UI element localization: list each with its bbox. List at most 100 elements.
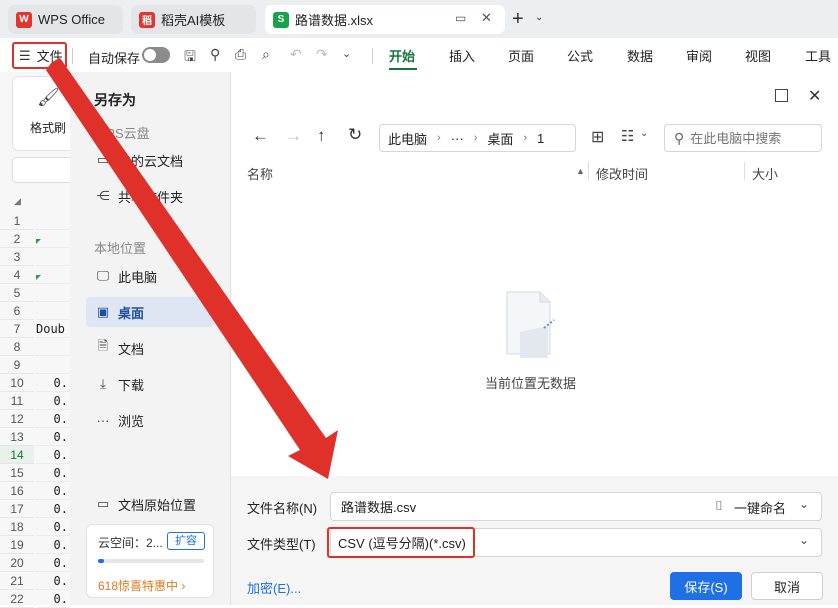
back-arrow-icon[interactable]: ← [252,126,269,146]
view-mode-icon[interactable]: ☷ [621,127,634,145]
export-icon[interactable]: ⚲ [210,46,220,63]
cell-a16[interactable]: 0. [36,482,70,500]
nav-documents[interactable]: 🗎 文档 [86,333,214,363]
autosave-toggle[interactable] [142,47,170,63]
cell-a18[interactable]: 0. [36,518,70,536]
row-header-22[interactable]: 22 [0,590,34,608]
row-header-8[interactable]: 8 [0,338,34,356]
cell-a3[interactable] [36,248,70,266]
row-header-15[interactable]: 15 [0,464,34,482]
tab-view[interactable]: 视图 [745,38,771,72]
row-header-12[interactable]: 12 [0,410,34,428]
expand-button[interactable]: 扩容 [167,532,205,550]
refresh-icon[interactable]: ↻ [348,125,362,145]
up-arrow-icon[interactable]: ↑ [317,126,326,146]
tab-insert[interactable]: 插入 [449,38,475,72]
chevron-down-icon[interactable]: ⌄ [640,128,648,139]
new-tab-icon[interactable]: + [512,8,524,31]
row-header-13[interactable]: 13 [0,428,34,446]
filename-field[interactable]: 路谱数据.csv ⌷ 一键命名 ⌄ [330,492,822,521]
nav-this-pc[interactable]: 🖵 此电脑 [86,261,214,291]
quick-name-button[interactable]: 一键命名 [734,498,786,517]
maximize-icon[interactable] [775,89,788,102]
nav-downloads[interactable]: ⤓ 下载 [86,369,214,399]
promo-link[interactable]: 618惊喜特惠中 › [98,577,185,594]
redo-icon[interactable]: ↷ [316,46,328,63]
select-all-icon[interactable]: ◢ [14,196,21,207]
column-modified[interactable]: 修改时间 [596,164,648,183]
row-header-11[interactable]: 11 [0,392,34,410]
row-header-19[interactable]: 19 [0,536,34,554]
row-header-14[interactable]: 14 [0,446,34,464]
row-header-5[interactable]: 5 [0,284,34,302]
row-header-16[interactable]: 16 [0,482,34,500]
nav-original-location[interactable]: ▭ 文档原始位置 [86,489,214,519]
column-size[interactable]: 大小 [752,164,778,183]
breadcrumb-desktop[interactable]: 桌面 [487,129,513,148]
nav-browse[interactable]: ··· 浏览 [86,405,214,435]
cell-a5[interactable] [36,284,70,302]
cell-a14[interactable]: 0. [36,446,70,464]
cell-a11[interactable]: 0. [36,392,70,410]
cell-a9[interactable] [36,356,70,374]
column-name[interactable]: 名称 [247,164,273,183]
row-header-1[interactable]: 1 [0,212,34,230]
new-folder-icon[interactable]: ⊞ [591,127,604,147]
nav-shared-folder[interactable]: ⋲ 共享文件夹 [86,181,214,211]
row-header-2[interactable]: 2 [0,230,34,248]
tab-review[interactable]: 审阅 [686,38,712,72]
nav-desktop[interactable]: ▣ 桌面 [86,297,214,327]
close-icon[interactable]: ✕ [808,86,821,106]
tab-start[interactable]: 开始 [389,38,415,72]
breadcrumb-folder[interactable]: 1 [537,131,544,146]
chevron-down-icon[interactable]: ⌄ [535,12,543,23]
cell-a4[interactable] [36,266,70,284]
encrypt-link[interactable]: 加密(E)... [247,578,301,597]
tab-page[interactable]: 页面 [508,38,534,72]
save-icon[interactable]: 🖫 [184,46,196,70]
cell-a13[interactable]: 0. [36,428,70,446]
tab-docer[interactable]: 稻 稻壳AI模板 [131,5,256,34]
tab-data[interactable]: 数据 [627,38,653,72]
cancel-button[interactable]: 取消 [751,572,823,600]
search-input[interactable] [690,130,811,146]
file-menu-button[interactable]: ☰ 文件 [12,42,67,69]
cell-a17[interactable]: 0. [36,500,70,518]
nav-my-cloud-docs[interactable]: ▭ 我的云文档 [86,145,214,175]
cell-a19[interactable]: 0. [36,536,70,554]
row-header-7[interactable]: 7 [0,320,34,338]
close-tab-icon[interactable]: ✕ [481,10,492,26]
tab-spreadsheet[interactable]: S 路谱数据.xlsx ▭ ✕ [265,5,505,34]
cell-a10[interactable]: 0. [36,374,70,392]
row-header-4[interactable]: 4 [0,266,34,284]
row-header-20[interactable]: 20 [0,554,34,572]
chevron-down-icon[interactable]: ⌄ [799,497,809,511]
cell-a7[interactable]: Doub [36,320,70,338]
forward-arrow-icon[interactable]: → [285,126,302,146]
tab-formula[interactable]: 公式 [567,38,593,72]
row-header-21[interactable]: 21 [0,572,34,590]
breadcrumb-ellipsis[interactable]: ··· [451,131,464,146]
cell-a6[interactable] [36,302,70,320]
print-preview-icon[interactable]: ⌕ [262,46,270,63]
save-button[interactable]: 保存(S) [670,572,742,600]
row-header-10[interactable]: 10 [0,374,34,392]
undo-icon[interactable]: ↶ [290,46,302,63]
row-header-17[interactable]: 17 [0,500,34,518]
cell-a20[interactable]: 0. [36,554,70,572]
filetype-value[interactable]: CSV (逗号分隔)(*.csv) [327,527,475,558]
cell-a21[interactable]: 0. [36,572,70,590]
row-header-6[interactable]: 6 [0,302,34,320]
row-header-9[interactable]: 9 [0,356,34,374]
more-chevron-icon[interactable]: ⌄ [342,47,351,60]
print-icon[interactable]: ⎙ [235,46,246,63]
search-box[interactable]: ⚲ [664,124,822,152]
cell-a8[interactable] [36,338,70,356]
tab-tools[interactable]: 工具 [805,38,831,72]
cell-a12[interactable]: 0. [36,410,70,428]
cloud-space-card[interactable]: 云空间：2... 扩容 618惊喜特惠中 › [86,524,214,598]
cell-a1[interactable] [36,212,70,230]
cell-a22[interactable]: 0. [36,590,70,608]
row-header-18[interactable]: 18 [0,518,34,536]
tab-wps-office[interactable]: W WPS Office [8,5,123,34]
